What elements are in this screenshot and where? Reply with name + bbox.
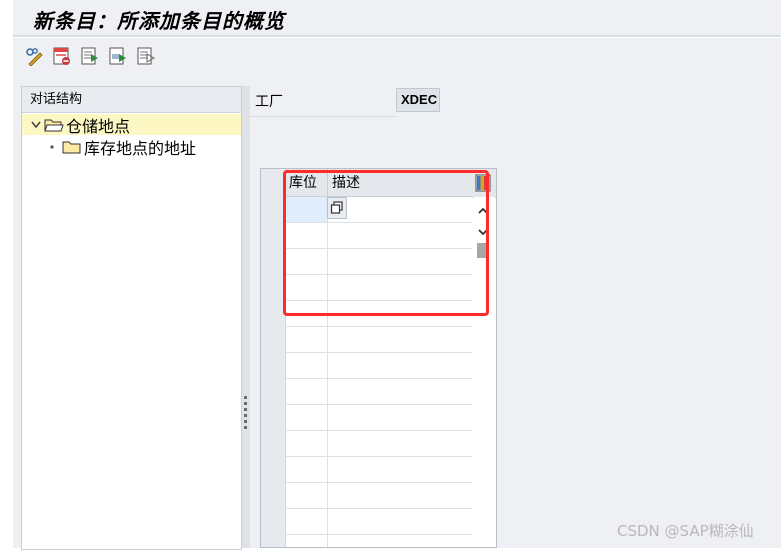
storage-location-cell[interactable]: [286, 327, 328, 353]
plant-field[interactable]: XDEC: [396, 88, 440, 112]
highlight-annotation-box: [283, 170, 489, 316]
storage-location-cell[interactable]: [286, 535, 328, 547]
dialog-structure-header: 对话结构: [22, 87, 241, 113]
splitter-grip-icon[interactable]: [244, 396, 247, 432]
tree-item-label: 库存地点的地址: [84, 139, 197, 158]
bullet-icon: [50, 145, 56, 149]
description-cell[interactable]: [328, 483, 472, 509]
select-all-icon[interactable]: [79, 45, 101, 67]
window-title: 新条目：所添加条目的概览: [33, 9, 285, 33]
delete-entry-icon[interactable]: [51, 45, 73, 67]
panel-splitter[interactable]: [241, 86, 250, 548]
storage-location-cell[interactable]: [286, 457, 328, 483]
tree-item-storage-locations[interactable]: 仓储地点: [22, 114, 241, 136]
tree-item-storage-location-address[interactable]: 库存地点的地址: [22, 136, 241, 158]
folder-icon: [62, 139, 82, 155]
select-block-icon[interactable]: [107, 45, 129, 67]
storage-location-cell[interactable]: [286, 483, 328, 509]
storage-location-cell[interactable]: [286, 353, 328, 379]
description-cell[interactable]: [328, 327, 472, 353]
description-cell[interactable]: [328, 379, 472, 405]
description-cell[interactable]: [328, 535, 472, 547]
watermark: CSDN @SAP糊涂仙: [617, 522, 754, 540]
change-display-icon[interactable]: [23, 45, 45, 67]
description-cell[interactable]: [328, 353, 472, 379]
storage-location-cell[interactable]: [286, 379, 328, 405]
application-toolbar: [13, 38, 781, 78]
deselect-all-icon[interactable]: [135, 45, 157, 67]
description-cell[interactable]: [328, 431, 472, 457]
description-cell[interactable]: [328, 405, 472, 431]
dialog-structure-panel: 对话结构 仓储地点 库存地点的地址: [21, 86, 242, 550]
tree-item-label: 仓储地点: [66, 116, 131, 136]
description-cell[interactable]: [328, 509, 472, 535]
storage-location-cell[interactable]: [286, 405, 328, 431]
plant-label-underline: [250, 116, 397, 117]
storage-location-cell[interactable]: [286, 509, 328, 535]
chevron-down-icon[interactable]: [31, 121, 41, 129]
open-folder-icon: [44, 117, 64, 133]
description-cell[interactable]: [328, 457, 472, 483]
title-bar: 新条目：所添加条目的概览: [13, 0, 781, 37]
plant-label: 工厂: [255, 94, 283, 110]
storage-location-cell[interactable]: [286, 431, 328, 457]
